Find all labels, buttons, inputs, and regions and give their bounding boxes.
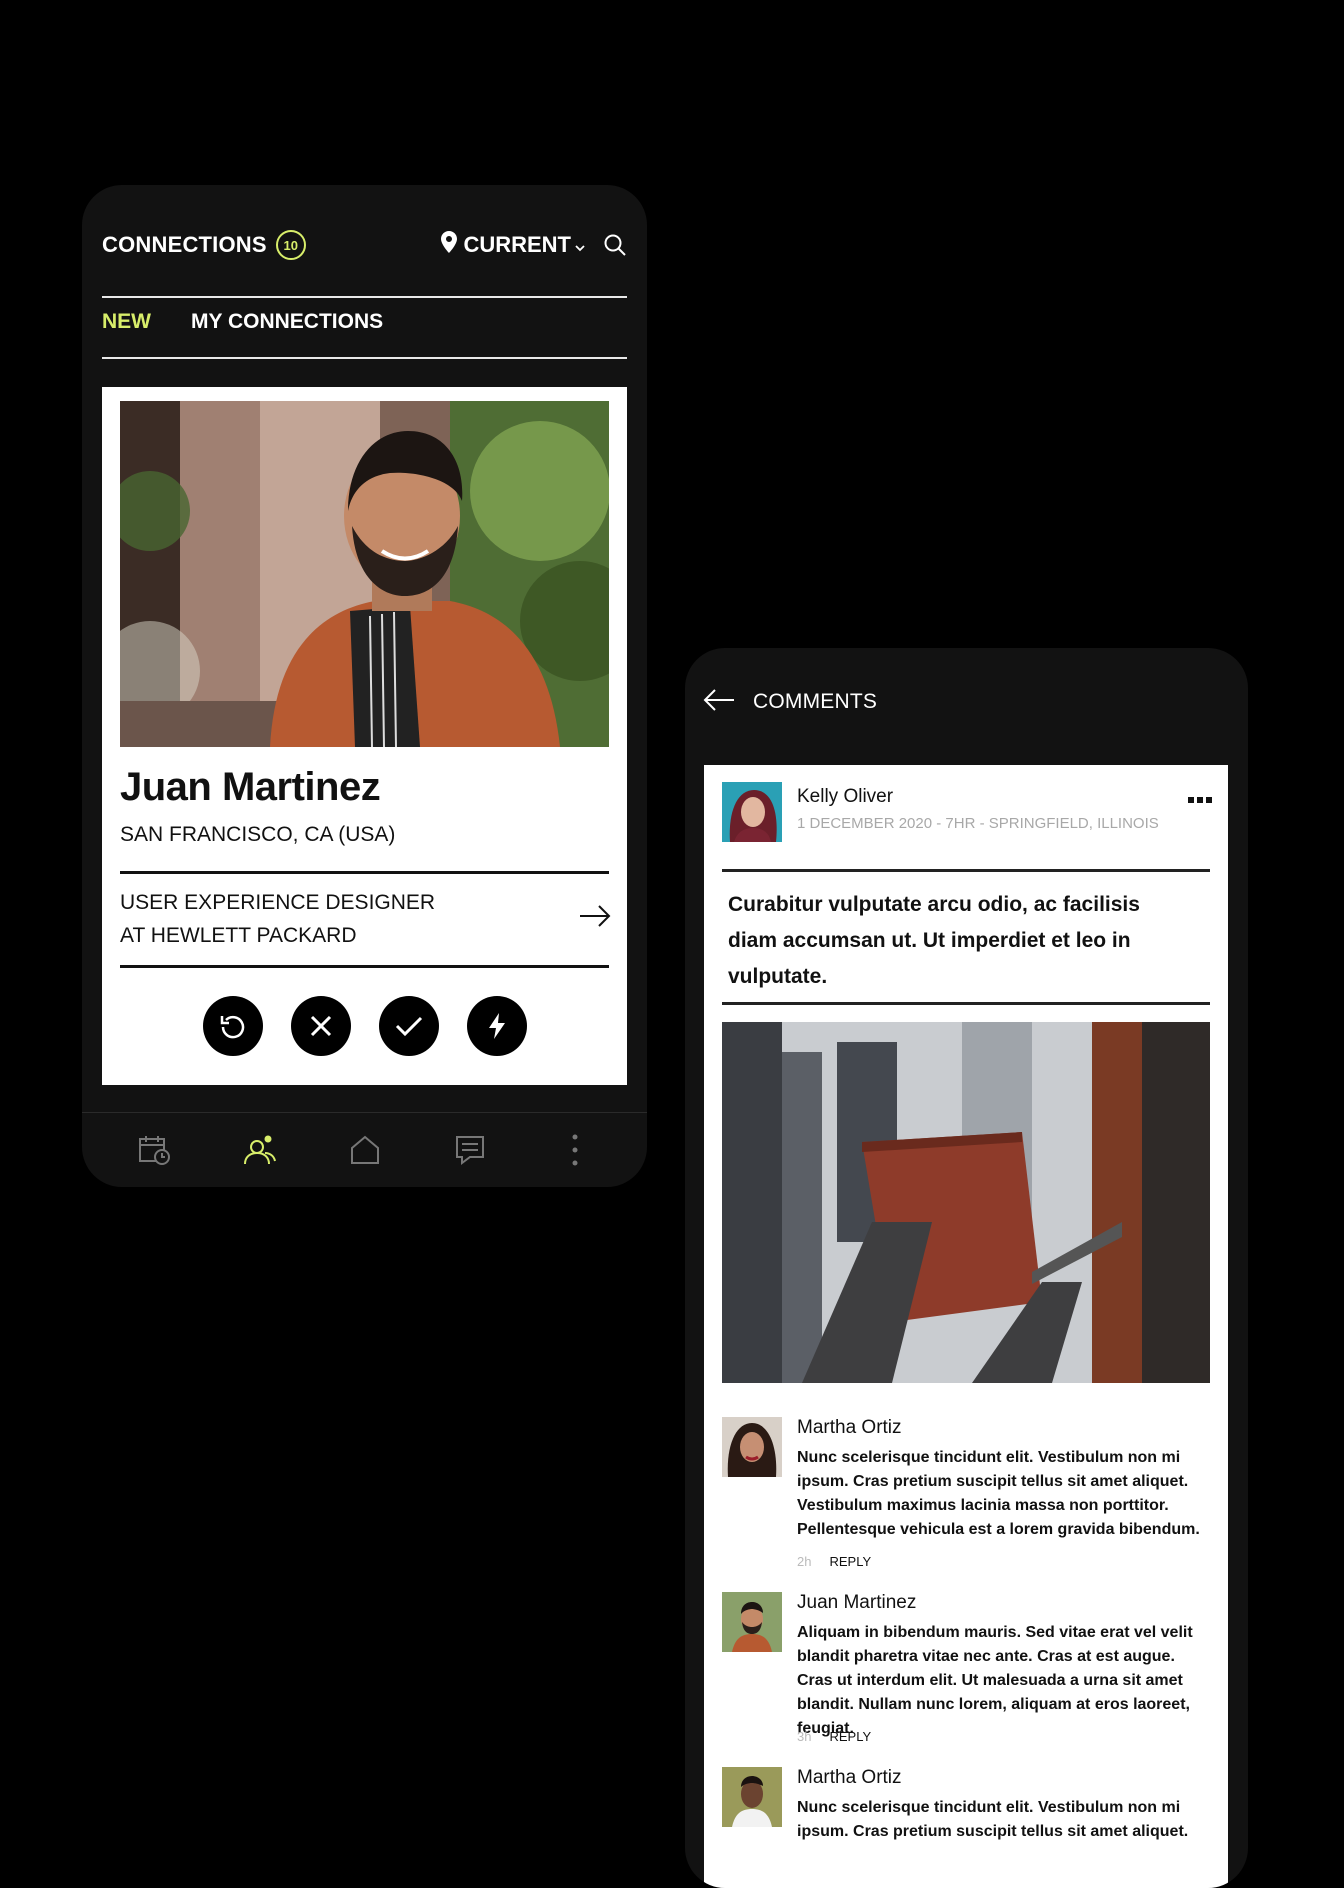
profile-location: SAN FRANCISCO, CA (USA) [120, 823, 396, 846]
bottom-nav [82, 1112, 647, 1187]
reply-button[interactable]: REPLY [829, 1554, 871, 1569]
connections-screen: CONNECTIONS 10 CURRENT NEW MY CONNECTION… [82, 185, 647, 1187]
divider [102, 357, 627, 359]
location-selector[interactable]: CURRENT [441, 231, 585, 259]
connections-header: CONNECTIONS 10 CURRENT [102, 221, 627, 269]
comment-time: 3h [797, 1729, 812, 1744]
page-title: CONNECTIONS [102, 232, 267, 257]
comments-screen: COMMENTS Kelly Oliver 1 DECEMBER 2020 - … [685, 648, 1248, 1888]
reply-button[interactable]: REPLY [829, 1729, 871, 1744]
lightning-icon [488, 1013, 505, 1039]
more-vertical-icon[interactable] [555, 1130, 595, 1170]
connections-count-badge: 10 [275, 230, 306, 260]
avatar[interactable] [722, 782, 782, 842]
avatar[interactable] [722, 1592, 782, 1652]
calendar-clock-icon[interactable] [135, 1130, 175, 1170]
profile-name: Juan Martinez [120, 765, 381, 809]
divider [722, 869, 1210, 872]
post-text: Curabitur vulputate arcu odio, ac facili… [728, 893, 1140, 988]
comment-text: Nunc scelerisque tincidunt elit. Vestibu… [797, 1449, 1200, 1538]
divider [722, 1002, 1210, 1005]
close-icon [310, 1015, 331, 1037]
comment-text: Aliquam in bibendum mauris. Sed vitae er… [797, 1624, 1193, 1737]
comment-author[interactable]: Martha Ortiz [797, 1417, 902, 1439]
job-company: AT HEWLETT PACKARD [120, 924, 357, 947]
check-icon [395, 1016, 422, 1037]
search-icon[interactable] [603, 233, 627, 257]
post-image [722, 1022, 1210, 1383]
profile-actions [102, 996, 627, 1056]
connections-icon[interactable] [240, 1130, 280, 1170]
more-options-icon[interactable] [1188, 797, 1212, 803]
page-title: COMMENTS [753, 690, 878, 713]
post-meta: 1 DECEMBER 2020 - 7HR - SPRINGFIELD, ILL… [797, 815, 1159, 832]
divider [120, 871, 609, 874]
comment-author[interactable]: Juan Martinez [797, 1592, 916, 1614]
home-icon[interactable] [345, 1130, 385, 1170]
comments-header: COMMENTS [703, 686, 877, 718]
undo-icon [220, 1015, 244, 1039]
boost-button[interactable] [466, 996, 527, 1056]
profile-card: Juan Martinez SAN FRANCISCO, CA (USA) US… [102, 387, 627, 1085]
comment-author[interactable]: Martha Ortiz [797, 1767, 902, 1789]
tab-my-connections[interactable]: MY CONNECTIONS [191, 310, 383, 334]
arrow-right-icon[interactable] [579, 905, 611, 932]
location-pin-icon [441, 231, 458, 259]
comment-time: 2h [797, 1554, 812, 1569]
profile-photo [120, 401, 609, 747]
comment-text: Nunc scelerisque tincidunt elit. Vestibu… [797, 1799, 1189, 1840]
post-author[interactable]: Kelly Oliver [797, 786, 893, 808]
tab-new[interactable]: NEW [102, 310, 151, 334]
location-label: CURRENT [463, 232, 571, 257]
avatar[interactable] [722, 1417, 782, 1477]
reject-button[interactable] [290, 996, 351, 1056]
undo-button[interactable] [202, 996, 263, 1056]
chevron-down-icon [575, 232, 585, 258]
accept-button[interactable] [378, 996, 439, 1056]
divider [120, 965, 609, 968]
job-title: USER EXPERIENCE DESIGNER [120, 891, 436, 914]
avatar[interactable] [722, 1767, 782, 1827]
connections-tabs: NEW MY CONNECTIONS [102, 297, 383, 347]
back-arrow-icon[interactable] [703, 688, 735, 716]
comment-footer: 2h REPLY [797, 1554, 871, 1569]
messages-icon[interactable] [450, 1130, 490, 1170]
profile-job: USER EXPERIENCE DESIGNER AT HEWLETT PACK… [120, 886, 435, 952]
comment-footer: 3h REPLY [797, 1729, 871, 1744]
post: Kelly Oliver 1 DECEMBER 2020 - 7HR - SPR… [704, 765, 1228, 1888]
